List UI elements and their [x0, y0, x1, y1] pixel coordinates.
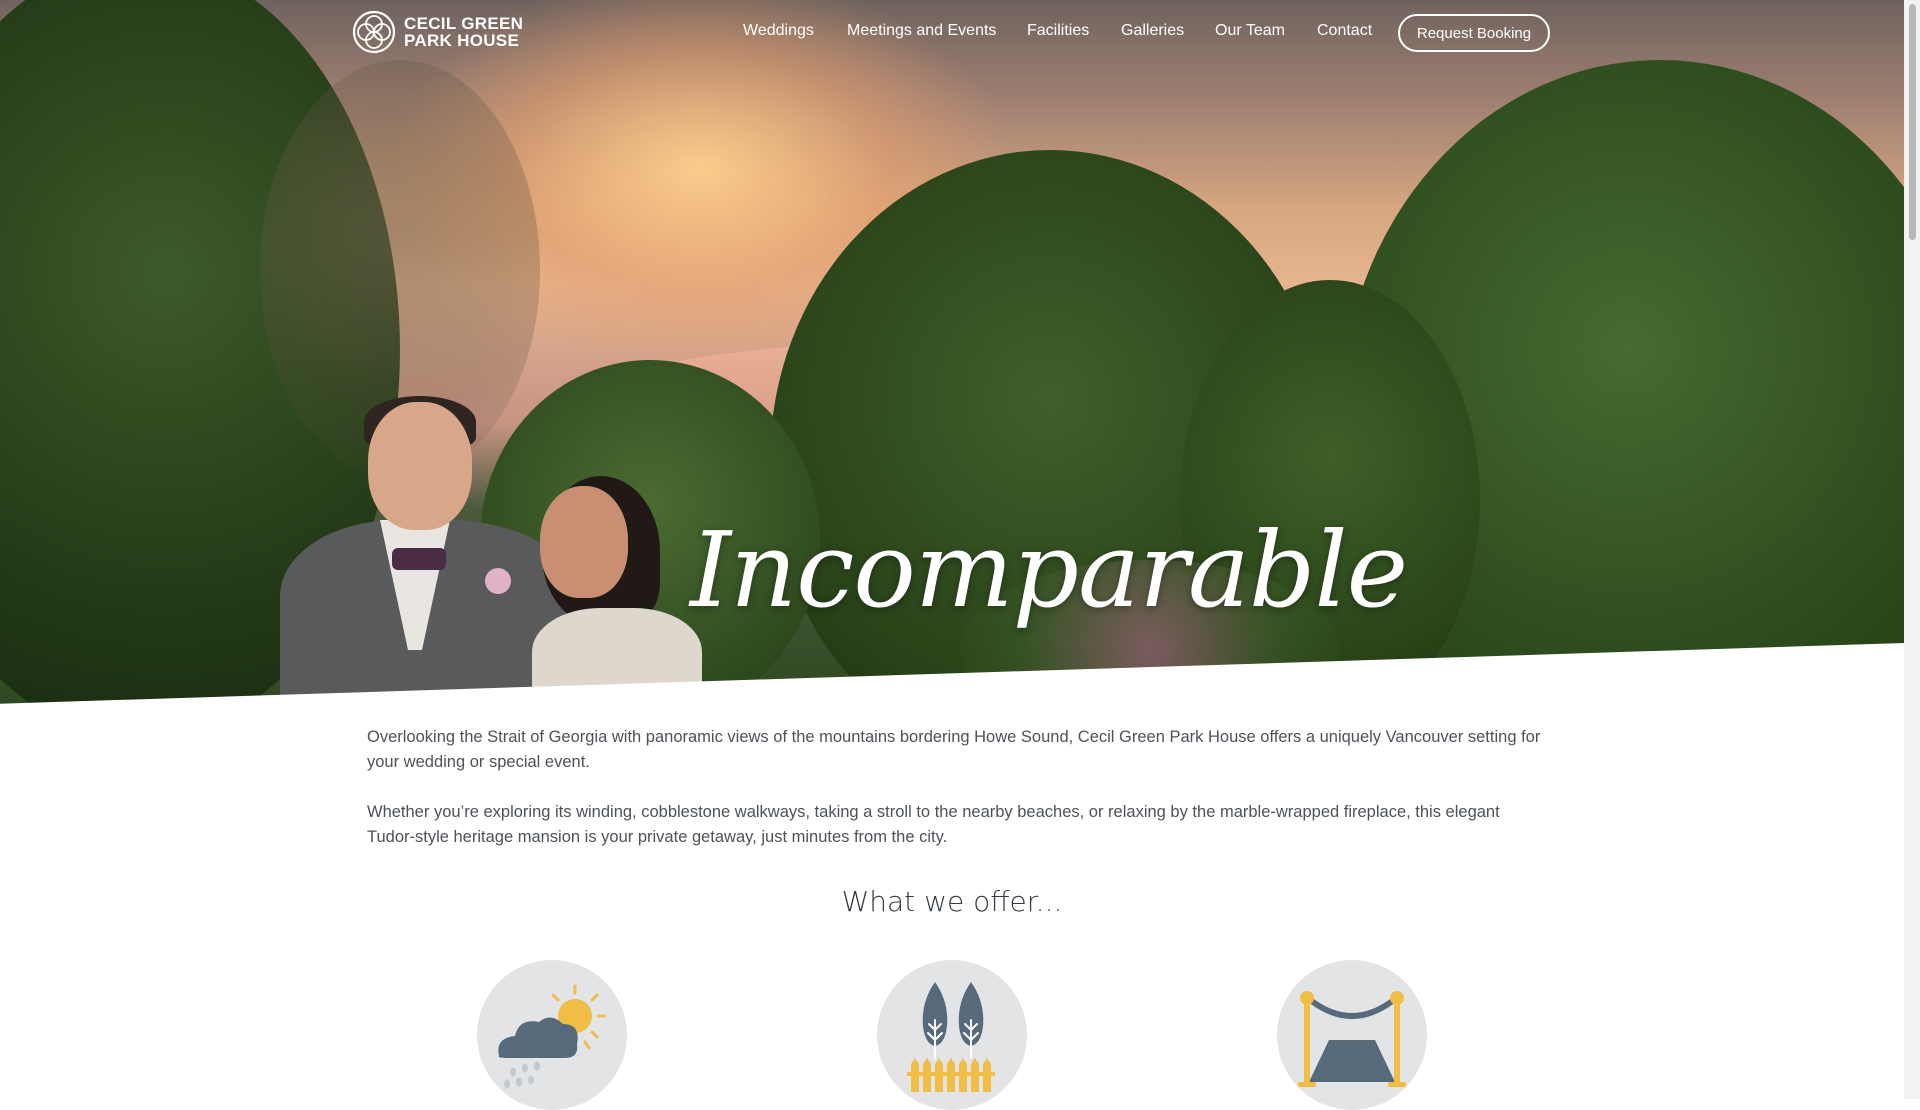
nav-galleries[interactable]: Galleries	[1121, 22, 1184, 40]
scrollbar-thumb[interactable]	[1909, 4, 1916, 240]
trees-fence-icon	[907, 982, 995, 1092]
intro-paragraph-1: Overlooking the Strait of Georgia with p…	[367, 728, 1541, 771]
red-carpet-icon[interactable]	[1277, 960, 1427, 1110]
logo-line-2: PARK HOUSE	[404, 31, 520, 50]
carpet-rope-stanchion-icon	[1298, 991, 1406, 1087]
weather-icon[interactable]	[477, 960, 627, 1110]
nav-meetings-and-events[interactable]: Meetings and Events	[847, 22, 996, 40]
intro-section: Overlooking the Strait of Georgia with p…	[367, 725, 1543, 875]
hero-banner: Incomparable	[0, 0, 1904, 705]
offer-heading: What we offer...	[841, 885, 1063, 918]
wedding-couple-photo	[280, 396, 702, 705]
nav-our-team[interactable]: Our Team	[1215, 22, 1285, 40]
site-logo[interactable]: CECIL GREEN PARK HOUSE	[352, 9, 532, 55]
bride-face	[540, 486, 628, 598]
logo-line-1: CECIL GREEN	[404, 14, 524, 33]
intro-paragraph-2: Whether you’re exploring its winding, co…	[367, 803, 1500, 846]
top-navigation: CECIL GREEN PARK HOUSE Weddings Meetings…	[0, 0, 1904, 70]
cecil-green-logo-icon	[352, 10, 396, 54]
bowtie	[392, 548, 446, 570]
boutonniere	[485, 568, 511, 594]
trees-garden-icon[interactable]	[877, 960, 1027, 1110]
nav-contact[interactable]: Contact	[1317, 22, 1372, 40]
nav-facilities[interactable]: Facilities	[1027, 22, 1089, 40]
sun-cloud-rain-icon	[498, 984, 607, 1089]
hero-headline: Incomparable	[690, 509, 1408, 631]
logo-wordmark: CECIL GREEN PARK HOUSE	[404, 15, 523, 49]
groom-face	[368, 402, 472, 530]
request-booking-button[interactable]: Request Booking	[1398, 14, 1550, 52]
nav-weddings[interactable]: Weddings	[743, 22, 814, 40]
